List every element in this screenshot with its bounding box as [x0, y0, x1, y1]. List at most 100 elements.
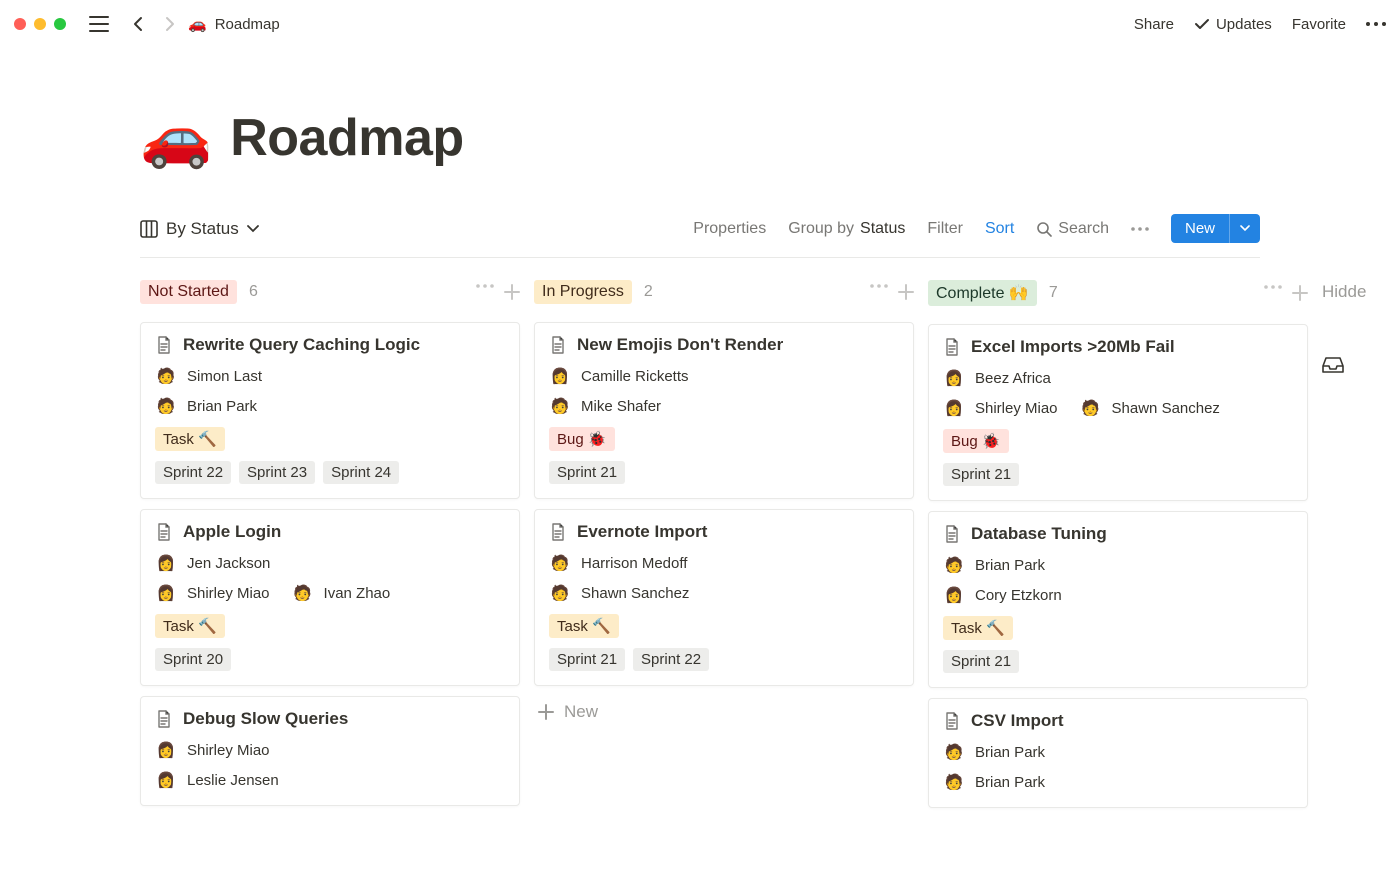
column-header: Not Started6 — [140, 280, 520, 304]
view-switcher[interactable]: By Status — [140, 219, 259, 239]
sidebar-toggle-icon[interactable] — [84, 9, 114, 39]
filter-button[interactable]: Filter — [927, 220, 963, 238]
person: 👩 Jen Jackson — [155, 552, 505, 574]
properties-button[interactable]: Properties — [693, 220, 766, 238]
group-by-button[interactable]: Group by Status — [788, 220, 905, 238]
inbox-icon[interactable] — [1322, 356, 1400, 374]
share-button[interactable]: Share — [1134, 16, 1174, 33]
card-people: 👩 Beez Africa 👩 Shirley Miao 🧑 Shawn Sanchez — [943, 367, 1293, 419]
person-inline-row: 👩 Shirley Miao 🧑 Shawn Sanchez — [943, 397, 1293, 419]
type-tag: Bug 🐞 — [549, 427, 615, 451]
type-tag: Bug 🐞 — [943, 429, 1009, 453]
card[interactable]: New Emojis Don't Render👩Camille Ricketts… — [534, 322, 914, 499]
card[interactable]: Debug Slow Queries 👩 Shirley Miao 👩Leslie J… — [140, 696, 520, 806]
person-name: Shirley Miao — [975, 400, 1058, 417]
card[interactable]: Evernote Import🧑Harrison Medoff🧑Shawn Sa… — [534, 509, 914, 686]
view-more-icon[interactable] — [1131, 227, 1149, 231]
person-name: Brian Park — [975, 774, 1045, 791]
person: 👩Leslie Jensen — [155, 769, 505, 791]
check-icon — [1194, 16, 1210, 32]
person: 👩 Shirley Miao — [155, 739, 505, 761]
person-name: Shawn Sanchez — [1112, 400, 1220, 417]
updates-button[interactable]: Updates — [1194, 16, 1272, 33]
column-count: 7 — [1049, 284, 1058, 302]
window-close[interactable] — [14, 18, 26, 30]
avatar: 🧑 — [1080, 397, 1102, 419]
person-name: Shirley Miao — [187, 585, 270, 602]
column-add-icon[interactable] — [898, 284, 914, 300]
person-name: Harrison Medoff — [581, 555, 687, 572]
card-people: 🧑Harrison Medoff🧑Shawn Sanchez — [549, 552, 899, 604]
avatar: 👩 — [549, 365, 571, 387]
avatar: 👩 — [155, 769, 177, 791]
board-icon — [140, 220, 158, 238]
page-icon — [943, 712, 961, 730]
breadcrumb-icon: 🚗 — [188, 15, 207, 33]
card[interactable]: Apple Login👩Jen Jackson👩Shirley Miao🧑Iva… — [140, 509, 520, 686]
favorite-button[interactable]: Favorite — [1292, 16, 1346, 33]
page-icon — [155, 710, 173, 728]
add-card-button[interactable]: New — [534, 696, 914, 728]
hidden-groups-label: Hidde — [1322, 282, 1400, 302]
card-people: 🧑Simon Last🧑Brian Park — [155, 365, 505, 417]
status-pill[interactable]: In Progress — [534, 280, 632, 304]
new-dropdown-icon[interactable] — [1229, 214, 1260, 243]
card[interactable]: Database Tuning🧑Brian Park👩Cory EtzkornT… — [928, 511, 1308, 688]
avatar: 🧑 — [155, 395, 177, 417]
card[interactable]: Rewrite Query Caching Logic 🧑Simon Last🧑B… — [140, 322, 520, 499]
window-minimize[interactable] — [34, 18, 46, 30]
nav-forward-icon — [154, 9, 184, 39]
person-name: Shirley Miao — [187, 742, 270, 759]
person: 🧑Brian Park — [943, 554, 1293, 576]
card[interactable]: Excel Imports >20Mb Fail👩Beez Africa👩Shi… — [928, 324, 1308, 501]
person-name: Cory Etzkorn — [975, 587, 1062, 604]
more-icon[interactable] — [1366, 22, 1386, 26]
column-count: 2 — [644, 283, 653, 301]
breadcrumb-title: Roadmap — [215, 16, 280, 33]
search-button[interactable]: Search — [1036, 220, 1109, 238]
avatar: 👩 — [155, 582, 177, 604]
search-icon — [1036, 221, 1052, 237]
card-people: 👩 Shirley Miao 👩Leslie Jensen — [155, 739, 505, 791]
page-icon[interactable]: 🚗 — [140, 104, 212, 172]
avatar: 👩 — [155, 739, 177, 761]
divider — [140, 257, 1260, 258]
person-inline-row: 👩Shirley Miao🧑Ivan Zhao — [155, 582, 505, 604]
status-pill[interactable]: Not Started — [140, 280, 237, 304]
person: 👩 Cory Etzkorn — [943, 584, 1293, 606]
sprint-tag: Sprint 21 — [943, 650, 1019, 673]
hidden-groups-column[interactable]: Hidde — [1322, 280, 1400, 818]
board-column: Complete 🙌7Excel Imports >20Mb Fail👩Beez… — [928, 280, 1308, 818]
new-button[interactable]: New — [1171, 214, 1260, 243]
card[interactable]: CSV Import🧑Brian Park🧑Brian Park — [928, 698, 1308, 808]
person: 🧑Brian Park — [155, 395, 505, 417]
person: 🧑Brian Park — [943, 741, 1293, 763]
card-people: 🧑Brian Park🧑Brian Park — [943, 741, 1293, 793]
status-pill[interactable]: Complete 🙌 — [928, 280, 1037, 306]
column-add-icon[interactable] — [1292, 285, 1308, 301]
page-title-text[interactable]: Roadmap — [230, 108, 463, 168]
card-title: Debug Slow Queries — [183, 709, 348, 729]
sort-button[interactable]: Sort — [985, 220, 1014, 238]
column-header: In Progress 2 — [534, 280, 914, 304]
window-zoom[interactable] — [54, 18, 66, 30]
type-tag: Task 🔨 — [549, 614, 619, 638]
column-more-icon[interactable] — [476, 284, 494, 300]
avatar: 👩 — [943, 584, 965, 606]
person-name: Jen Jackson — [187, 555, 270, 572]
breadcrumb[interactable]: 🚗 Roadmap — [188, 15, 280, 33]
avatar: 👩 — [943, 397, 965, 419]
column-more-icon[interactable] — [1264, 285, 1282, 301]
column-more-icon[interactable] — [870, 284, 888, 300]
avatar: 👩 — [155, 552, 177, 574]
person: 👩 Beez Africa — [943, 367, 1293, 389]
card-title: Apple Login — [183, 522, 281, 542]
add-card-label: New — [564, 702, 598, 722]
avatar: 👩 — [943, 367, 965, 389]
view-controls: By Status Properties Group by Status Fil… — [140, 214, 1260, 255]
nav-back-icon[interactable] — [124, 9, 154, 39]
person-name: Beez Africa — [975, 370, 1051, 387]
page-icon — [549, 523, 567, 541]
column-add-icon[interactable] — [504, 284, 520, 300]
card-title: Rewrite Query Caching Logic — [183, 335, 420, 355]
